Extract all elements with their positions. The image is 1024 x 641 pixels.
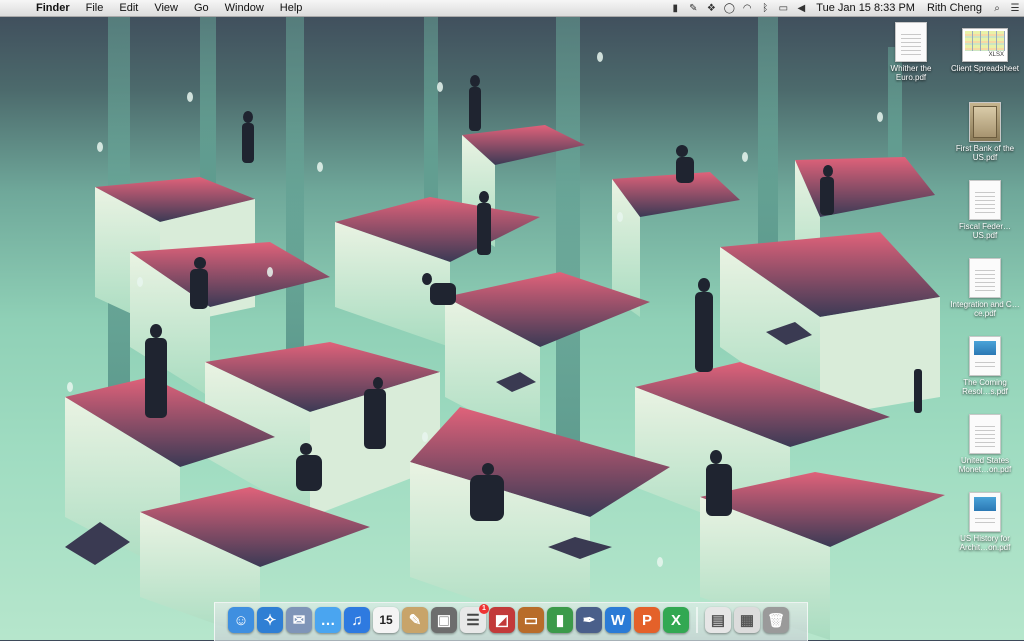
mail-icon[interactable]: ✉ — [286, 607, 312, 633]
finder-icon[interactable]: ☺ — [228, 607, 254, 633]
desktop-wallpaper — [0, 17, 1024, 640]
desktop-file-integration[interactable]: Integration and C…ce.pdf — [950, 258, 1020, 318]
desktop-file-first-bank[interactable]: First Bank of the US.pdf — [950, 102, 1020, 162]
pdf-document-icon — [969, 414, 1001, 454]
powerpoint-icon[interactable]: P — [634, 607, 660, 633]
menu-window[interactable]: Window — [217, 0, 272, 16]
itunes-icon[interactable]: ♫ — [344, 607, 370, 633]
dropbox-icon[interactable]: ❖ — [702, 3, 720, 14]
desktop-file-label: United States Monet…on.pdf — [958, 456, 1012, 474]
menu-finder[interactable]: Finder — [28, 0, 78, 16]
menu-clock[interactable]: Tue Jan 15 8:33 PM — [810, 2, 921, 14]
notification-center-icon[interactable]: ☰ — [1006, 3, 1024, 14]
notes-icon[interactable]: ✎ — [402, 607, 428, 633]
desktop-file-client-spreadsheet[interactable]: XLSX Client Spreadsheet — [950, 28, 1020, 73]
messages-icon[interactable]: … — [315, 607, 341, 633]
menu-help[interactable]: Help — [272, 0, 311, 16]
spreadsheet-icon: XLSX — [962, 28, 1008, 62]
menu-edit[interactable]: Edit — [111, 0, 146, 16]
excel-icon[interactable]: X — [663, 607, 689, 633]
trash-icon[interactable]: 🗑 — [763, 607, 789, 633]
word-icon[interactable]: W — [605, 607, 631, 633]
menu-bar: Finder File Edit View Go Window Help ▮ ✎… — [0, 0, 1024, 17]
dock-separator — [696, 607, 698, 633]
desktop-file-label: Client Spreadsheet — [950, 64, 1020, 73]
desktop-file-label: The Coming Resol…s.pdf — [962, 378, 1008, 396]
notification-badge: 1 — [479, 604, 489, 614]
quill-icon[interactable]: ✒ — [576, 607, 602, 633]
pdf-document-icon — [969, 180, 1001, 220]
desktop-file-fiscal-feder[interactable]: Fiscal Feder…US.pdf — [950, 180, 1020, 240]
desktop-file-label: Integration and C…ce.pdf — [950, 300, 1020, 318]
pdf-document-icon — [969, 336, 1001, 376]
menu-view[interactable]: View — [146, 0, 186, 16]
desktop-file-label: Fiscal Feder…US.pdf — [958, 222, 1011, 240]
desktop-file-us-history[interactable]: US History for Archit…on.pdf — [950, 492, 1020, 552]
reminders-icon[interactable]: ☰ 1 — [460, 604, 489, 633]
bookmark-icon[interactable]: ▮ — [666, 3, 684, 14]
wallpaper-art — [65, 17, 945, 640]
preview-document-icon[interactable]: ▤ — [705, 607, 731, 633]
wifi-icon[interactable]: ◠ — [738, 3, 756, 14]
chat-icon[interactable]: ◯ — [720, 3, 738, 14]
bluetooth-icon[interactable]: ᛒ — [756, 3, 774, 14]
dock-icons: ☺ ✧ ✉ … ♫ 15 ✎ ▣ ☰ 1 ◩ ▭ ▮ ✒ W P X ▤ ▦ 🗑 — [228, 603, 789, 633]
desktop-file-united-states[interactable]: United States Monet…on.pdf — [950, 414, 1020, 474]
battery-icon[interactable]: ▭ — [774, 3, 792, 14]
pdf-document-icon — [895, 22, 927, 62]
iphoto-icon[interactable]: ▣ — [431, 607, 457, 633]
pdf-document-icon — [969, 492, 1001, 532]
status-area: ▮ ✎ ❖ ◯ ◠ ᛒ ▭ ◀ Tue Jan 15 8:33 PM Rith … — [666, 0, 1024, 16]
image-document-icon — [969, 102, 1001, 142]
pdf-document-icon — [969, 258, 1001, 298]
keynote-icon[interactable]: ▭ — [518, 607, 544, 633]
numbers-icon[interactable]: ▮ — [547, 607, 573, 633]
script-icon[interactable]: ✎ — [684, 3, 702, 14]
desktop-file-label: Whither the Euro.pdf — [890, 64, 932, 82]
downloads-stack-icon[interactable]: ▦ — [734, 607, 760, 633]
desktop-file-whither-euro[interactable]: Whither the Euro.pdf — [876, 22, 946, 82]
user-menu[interactable]: Rith Cheng — [921, 2, 988, 14]
desktop-file-label: First Bank of the US.pdf — [955, 144, 1015, 162]
spotlight-search-icon[interactable]: ⌕ — [988, 3, 1006, 14]
volume-icon[interactable]: ◀ — [792, 3, 810, 14]
photo-booth-icon[interactable]: ◩ — [489, 607, 515, 633]
desktop-file-label: US History for Archit…on.pdf — [959, 534, 1011, 552]
safari-icon[interactable]: ✧ — [257, 607, 283, 633]
menu-file[interactable]: File — [78, 0, 112, 16]
desktop-file-coming-resol[interactable]: The Coming Resol…s.pdf — [950, 336, 1020, 396]
menu-go[interactable]: Go — [186, 0, 217, 16]
calendar-icon[interactable]: 15 — [373, 607, 399, 633]
